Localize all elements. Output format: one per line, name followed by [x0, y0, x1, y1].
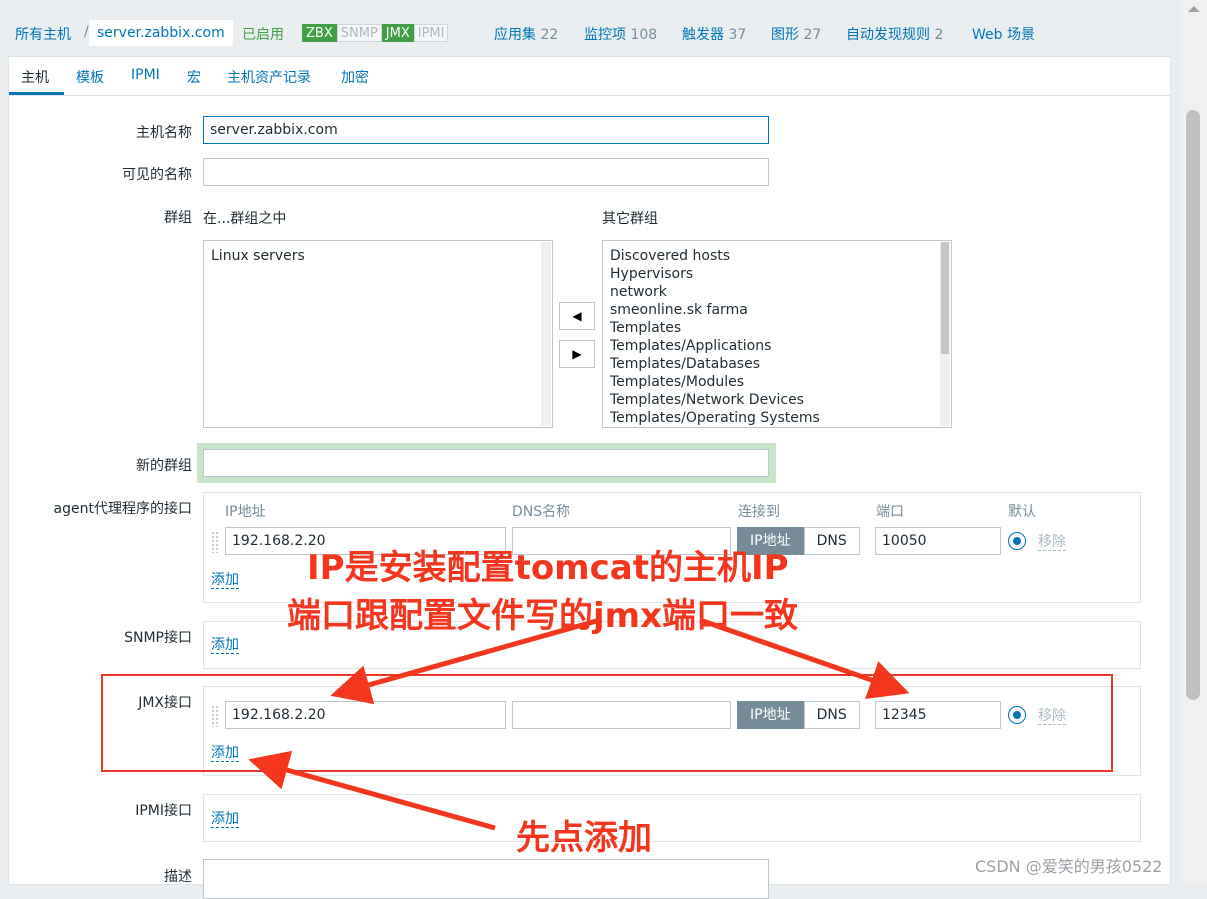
arrow-to-add	[248, 750, 496, 831]
annotation-line1: IP是安装配置tomcat的主机IP	[307, 548, 789, 588]
annotation-arrows	[248, 617, 910, 831]
annotation-line2: 端口跟配置文件写的jmx端口一致	[287, 596, 799, 636]
watermark: CSDN @爱笑的男孩0522	[975, 857, 1163, 876]
annotation-line3: 先点添加	[516, 818, 652, 858]
